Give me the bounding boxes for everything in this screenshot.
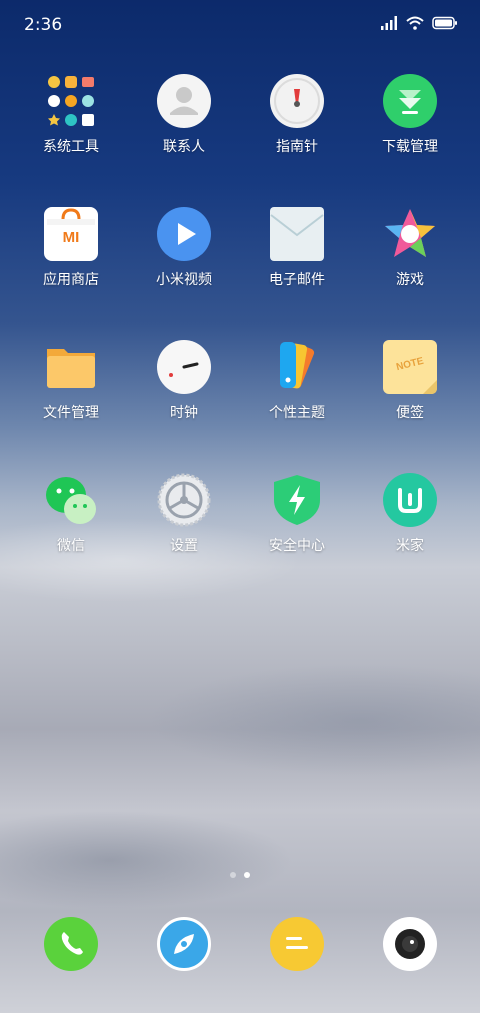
app-mi-video[interactable]: 小米视频 <box>128 207 240 307</box>
app-label: 便签 <box>396 405 424 421</box>
browser-icon[interactable] <box>157 917 211 971</box>
email-icon <box>270 207 324 261</box>
signal-icon <box>381 16 397 30</box>
app-system-tools[interactable]: 系统工具 <box>15 74 127 174</box>
app-security[interactable]: 安全中心 <box>241 473 353 573</box>
dock <box>0 917 480 977</box>
app-contacts[interactable]: 联系人 <box>128 74 240 174</box>
app-label: 小米视频 <box>156 272 212 288</box>
wechat-icon <box>44 473 98 527</box>
app-mi-home[interactable]: 米家 <box>354 473 466 573</box>
status-bar: 2:36 <box>0 0 480 52</box>
security-icon <box>270 473 324 527</box>
app-label: 联系人 <box>163 139 205 155</box>
app-notes[interactable]: NOTE 便签 <box>354 340 466 440</box>
page-dot[interactable] <box>230 872 236 878</box>
system-icons <box>380 16 458 30</box>
messaging-icon[interactable] <box>270 917 324 971</box>
wifi-icon <box>406 16 424 30</box>
app-label: 时钟 <box>170 405 198 421</box>
app-label: 游戏 <box>396 272 424 288</box>
mi-video-icon <box>157 207 211 261</box>
app-label: 下载管理 <box>382 139 438 155</box>
app-label: 应用商店 <box>43 272 99 288</box>
app-wechat[interactable]: 微信 <box>15 473 127 573</box>
notes-icon: NOTE <box>383 340 437 394</box>
app-label: 设置 <box>170 538 198 554</box>
settings-icon <box>157 473 211 527</box>
download-manager-icon <box>383 74 437 128</box>
app-email[interactable]: 电子邮件 <box>241 207 353 307</box>
camera-icon[interactable] <box>383 917 437 971</box>
compass-icon <box>270 74 324 128</box>
app-label: 文件管理 <box>43 405 99 421</box>
app-store-mi-text: MI <box>62 229 80 246</box>
app-app-store[interactable]: MI 应用商店 <box>15 207 127 307</box>
app-games[interactable]: 游戏 <box>354 207 466 307</box>
status-time: 2:36 <box>24 15 63 35</box>
games-icon <box>383 207 437 261</box>
file-manager-icon <box>44 340 98 394</box>
app-compass[interactable]: 指南针 <box>241 74 353 174</box>
app-label: 米家 <box>396 538 424 554</box>
app-clock[interactable]: 时钟 <box>128 340 240 440</box>
phone-icon[interactable] <box>44 917 98 971</box>
app-download-manager[interactable]: 下载管理 <box>354 74 466 174</box>
app-file-manager[interactable]: 文件管理 <box>15 340 127 440</box>
page-dot-active[interactable] <box>244 872 250 878</box>
app-label: 微信 <box>57 538 85 554</box>
battery-icon <box>432 16 457 30</box>
app-label: 个性主题 <box>269 405 325 421</box>
page-indicator <box>0 872 480 878</box>
app-themes[interactable]: 个性主题 <box>241 340 353 440</box>
app-store-icon: MI <box>44 207 98 261</box>
app-label: 电子邮件 <box>269 272 325 288</box>
mi-home-icon <box>383 473 437 527</box>
system-tools-folder-icon <box>44 74 98 128</box>
contacts-icon <box>157 74 211 128</box>
app-label: 系统工具 <box>43 139 99 155</box>
app-label: 安全中心 <box>269 538 325 554</box>
themes-icon <box>270 340 324 394</box>
app-settings[interactable]: 设置 <box>128 473 240 573</box>
clock-icon <box>157 340 211 394</box>
app-label: 指南针 <box>276 139 318 155</box>
